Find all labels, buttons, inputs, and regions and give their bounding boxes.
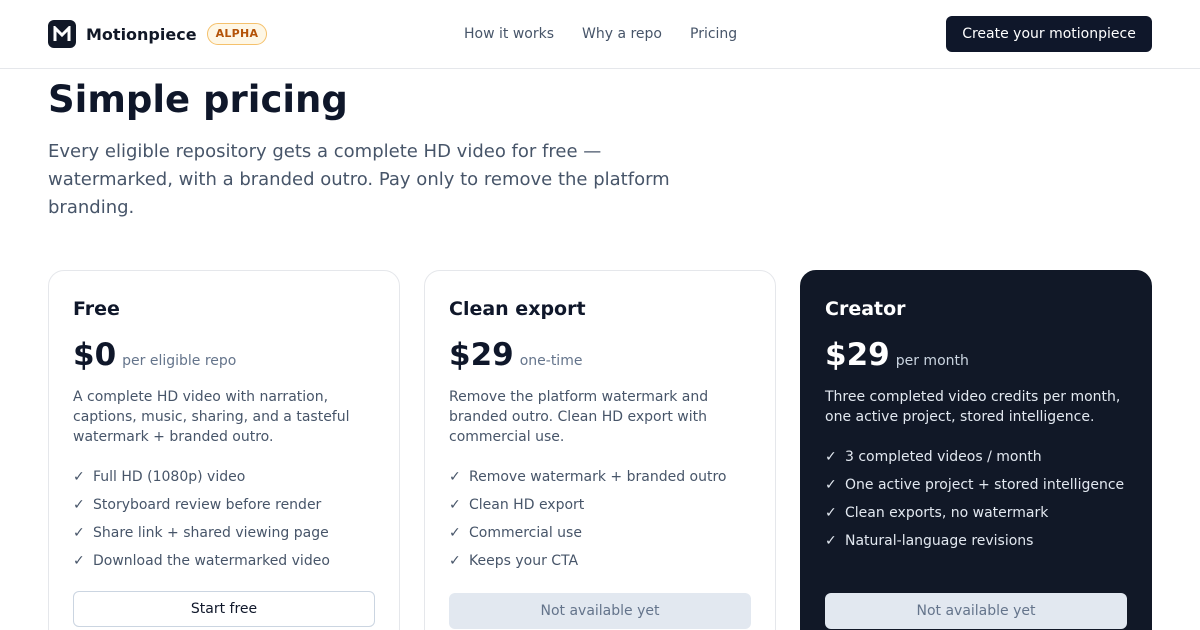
feature-item: ✓ 3 completed videos / month [825, 447, 1127, 475]
nav-pricing[interactable]: Pricing [690, 24, 737, 44]
plan-name: Clean export [449, 298, 586, 320]
feature-item: ✓ Storyboard review before render [73, 495, 375, 523]
create-motionpiece-button[interactable]: Create your motionpiece [946, 16, 1152, 52]
feature-list: ✓ 3 completed videos / month ✓ One active … [825, 447, 1127, 559]
check-icon: ✓ [73, 497, 85, 513]
feature-text: Natural-language revisions [845, 533, 1034, 549]
main-nav: How it works Why a repo Pricing [464, 24, 737, 44]
check-icon: ✓ [449, 553, 461, 569]
nav-why-a-repo[interactable]: Why a repo [582, 24, 662, 44]
feature-item: ✓ Natural-language revisions [825, 531, 1127, 559]
plan-card-clean-export: Clean export $29 one-time Remove the pla… [424, 270, 776, 630]
clean-export-unavailable-button[interactable]: Not available yet [449, 593, 751, 629]
check-icon: ✓ [825, 533, 837, 549]
feature-text: One active project + stored intelligence [845, 477, 1125, 493]
plan-period: one-time [519, 353, 583, 369]
plan-price: $29 [449, 337, 514, 373]
feature-text: Download the watermarked video [93, 553, 330, 569]
check-icon: ✓ [73, 553, 85, 569]
plan-description: A complete HD video with narration, capt… [73, 389, 350, 445]
feature-text: Keeps your CTA [469, 553, 579, 569]
feature-item: ✓ Clean HD export [449, 495, 751, 523]
check-icon: ✓ [73, 525, 85, 541]
plan-price: $29 [825, 337, 890, 373]
check-icon: ✓ [449, 469, 461, 485]
feature-item: ✓ One active project + stored intelligenc… [825, 475, 1127, 503]
check-icon: ✓ [825, 505, 837, 521]
page-title: Simple pricing [48, 78, 348, 121]
start-free-button[interactable]: Start free [73, 591, 375, 627]
feature-text: Storyboard review before render [93, 497, 322, 513]
check-icon: ✓ [449, 497, 461, 513]
feature-item: ✓ Share link + shared viewing page [73, 523, 375, 551]
feature-text: Remove watermark + branded outro [469, 469, 727, 485]
creator-unavailable-button[interactable]: Not available yet [825, 593, 1127, 629]
plan-card-creator: Creator $29 per month Three completed vi… [800, 270, 1152, 630]
check-icon: ✓ [73, 469, 85, 485]
feature-list: ✓ Remove watermark + branded outro ✓ Clean… [449, 467, 751, 579]
feature-text: Clean exports, no watermark [845, 505, 1049, 521]
feature-text: 3 completed videos / month [845, 449, 1042, 465]
plan-price: $0 [73, 337, 117, 373]
feature-text: Commercial use [469, 525, 582, 541]
brand-name: Motionpiece [86, 24, 197, 44]
feature-text: Share link + shared viewing page [93, 525, 329, 541]
alpha-badge: ALPHA [206, 23, 268, 45]
logo-m-glyph [53, 26, 71, 41]
check-icon: ✓ [825, 449, 837, 465]
plan-name: Creator [825, 298, 906, 320]
nav-how-it-works[interactable]: How it works [464, 24, 554, 44]
feature-item: ✓ Clean exports, no watermark [825, 503, 1127, 531]
plan-period: per eligible repo [122, 353, 237, 369]
feature-list: ✓ Full HD (1080p) video ✓ Storyboard revie… [73, 467, 375, 579]
plan-card-free: Free $0 per eligible repo A complete HD … [48, 270, 400, 630]
feature-text: Clean HD export [469, 497, 585, 513]
feature-item: ✓ Full HD (1080p) video [73, 467, 375, 495]
site-header: Motionpiece ALPHA How it works Why a rep… [0, 0, 1200, 69]
price-row: $29 per month [825, 337, 1127, 373]
plan-period: per month [895, 353, 969, 369]
motionpiece-logo-icon [48, 20, 76, 48]
plan-description: Remove the platform watermark and brande… [449, 389, 709, 445]
feature-item: ✓ Remove watermark + branded outro [449, 467, 751, 495]
check-icon: ✓ [825, 477, 837, 493]
price-row: $29 one-time [449, 337, 751, 373]
brand[interactable]: Motionpiece ALPHA [48, 20, 268, 48]
page-subtitle: Every eligible repository gets a complet… [48, 141, 670, 218]
feature-item: ✓ Keeps your CTA [449, 551, 751, 579]
price-row: $0 per eligible repo [73, 337, 375, 373]
plan-description: Three completed video credits per month,… [825, 389, 1121, 425]
feature-item: ✓ Commercial use [449, 523, 751, 551]
feature-item: ✓ Download the watermarked video [73, 551, 375, 579]
feature-text: Full HD (1080p) video [93, 469, 246, 485]
check-icon: ✓ [449, 525, 461, 541]
plan-name: Free [73, 298, 120, 320]
